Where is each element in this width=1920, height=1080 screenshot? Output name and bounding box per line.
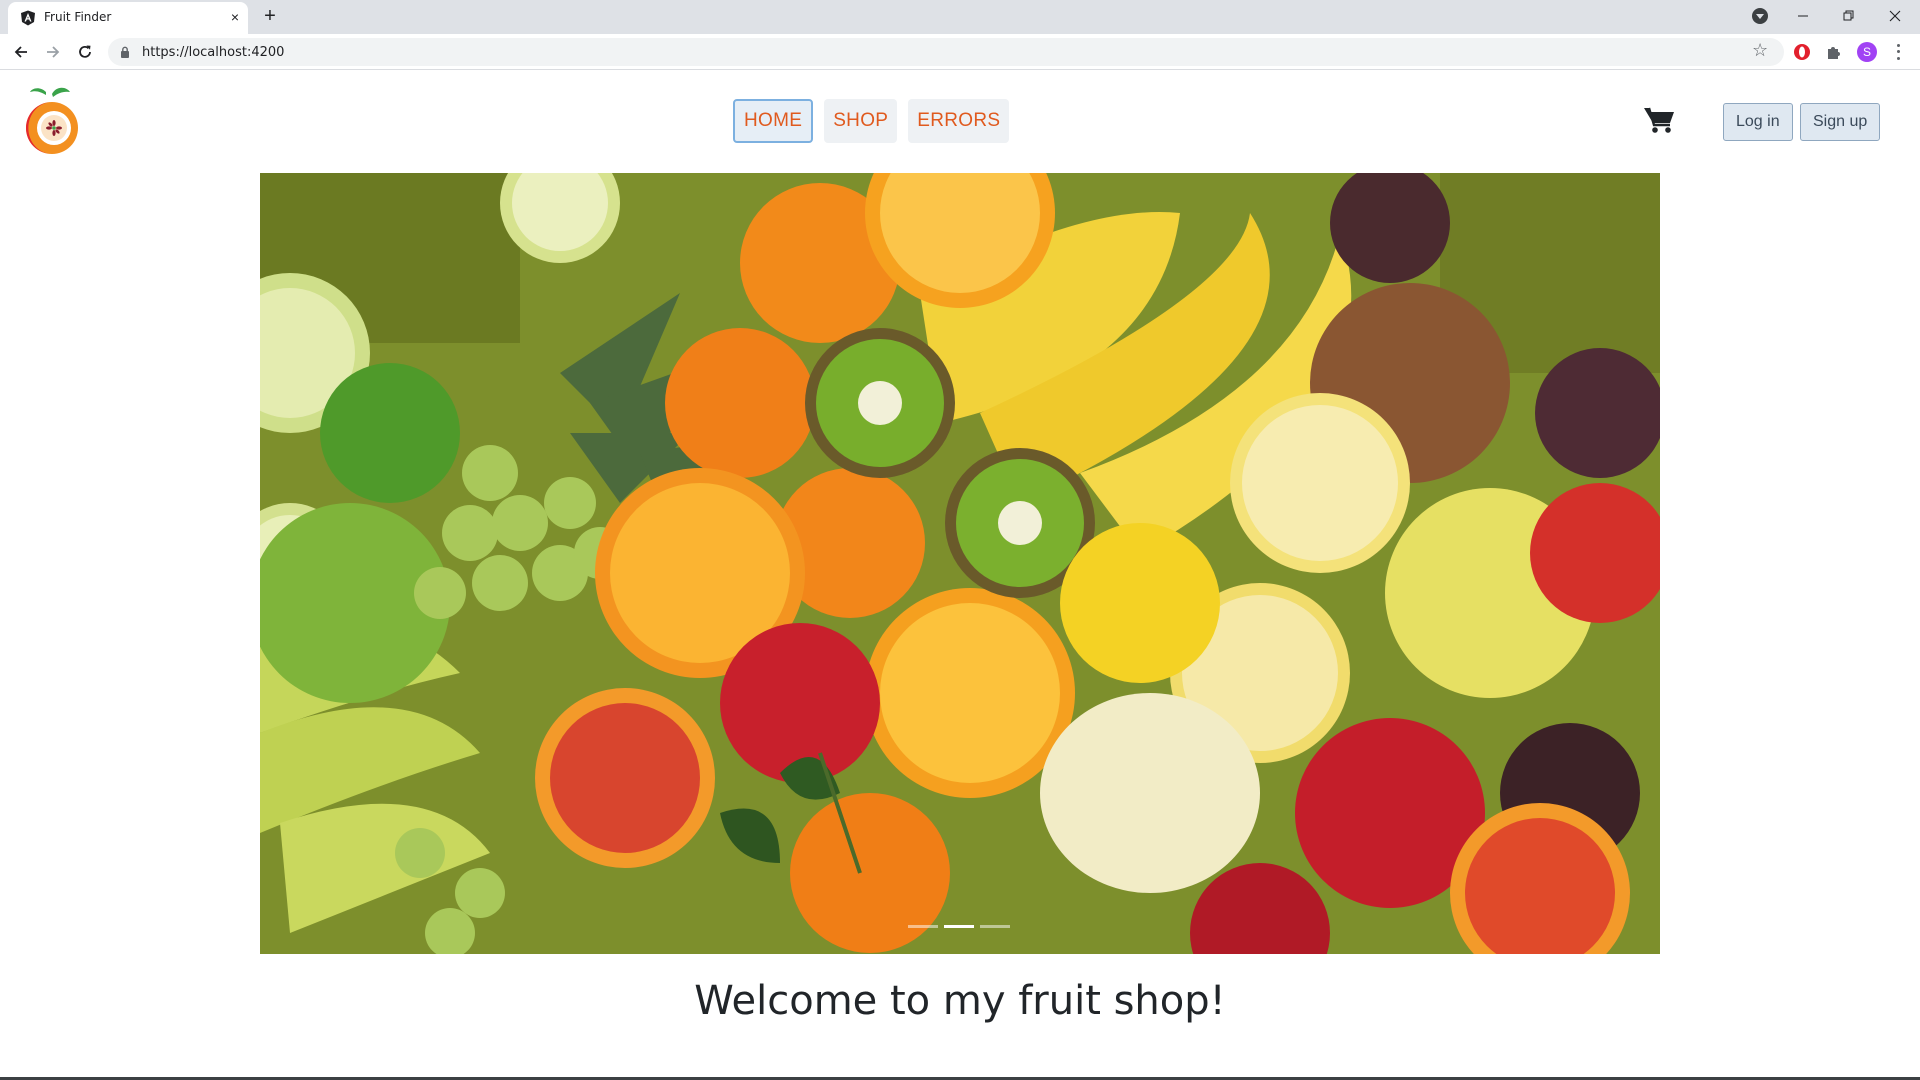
nav-shop[interactable]: SHOP — [824, 99, 898, 143]
minimize-button[interactable] — [1780, 0, 1826, 32]
forward-icon — [47, 46, 60, 58]
tab-title: Fruit Finder — [44, 10, 112, 24]
fruit-collage-image — [260, 173, 1660, 954]
page-content: HOME SHOP ERRORS Log in Sign up Welcome … — [0, 71, 1920, 1077]
cart-icon[interactable] — [1643, 106, 1675, 134]
lock-icon — [121, 46, 129, 58]
address-bar[interactable]: https://localhost:4200 — [108, 38, 1784, 66]
carousel-indicators — [908, 925, 1010, 928]
new-tab-button[interactable]: + — [259, 6, 281, 28]
carousel-indicator[interactable] — [908, 925, 938, 928]
close-window-button[interactable] — [1872, 0, 1918, 32]
puzzle-extensions-icon[interactable] — [1825, 43, 1843, 61]
fruit-logo[interactable] — [22, 86, 82, 158]
signup-button[interactable]: Sign up — [1800, 103, 1881, 141]
back-icon — [14, 46, 27, 58]
tab-strip: Fruit Finder × + — [0, 0, 1920, 34]
nav-home[interactable]: HOME — [733, 99, 814, 143]
reload-button[interactable] — [73, 40, 97, 64]
tab-search-icon[interactable] — [1752, 8, 1768, 24]
url-text[interactable]: https://localhost:4200 — [142, 45, 284, 60]
welcome-heading: Welcome to my fruit shop! — [694, 978, 1226, 1024]
browser-menu-icon[interactable] — [1892, 42, 1904, 62]
opera-extension-icon[interactable] — [1793, 43, 1811, 61]
hero-carousel[interactable] — [260, 173, 1660, 954]
profile-avatar[interactable]: S — [1857, 42, 1877, 62]
browser-toolbar: https://localhost:4200 — [0, 34, 1920, 70]
carousel-indicator-active[interactable] — [944, 925, 974, 928]
main-nav: HOME SHOP ERRORS — [733, 99, 1010, 143]
angular-favicon-icon — [21, 10, 35, 26]
restore-button[interactable] — [1826, 0, 1872, 32]
back-button[interactable] — [9, 40, 33, 64]
tab-close-icon[interactable]: × — [226, 8, 244, 26]
forward-button[interactable] — [41, 40, 65, 64]
bookmark-star-icon[interactable]: ☆ — [1752, 41, 1768, 59]
carousel-indicator[interactable] — [980, 925, 1010, 928]
browser-tab[interactable]: Fruit Finder × — [8, 2, 248, 34]
nav-errors[interactable]: ERRORS — [908, 99, 1010, 143]
reload-icon — [79, 45, 91, 58]
login-button[interactable]: Log in — [1723, 103, 1793, 141]
